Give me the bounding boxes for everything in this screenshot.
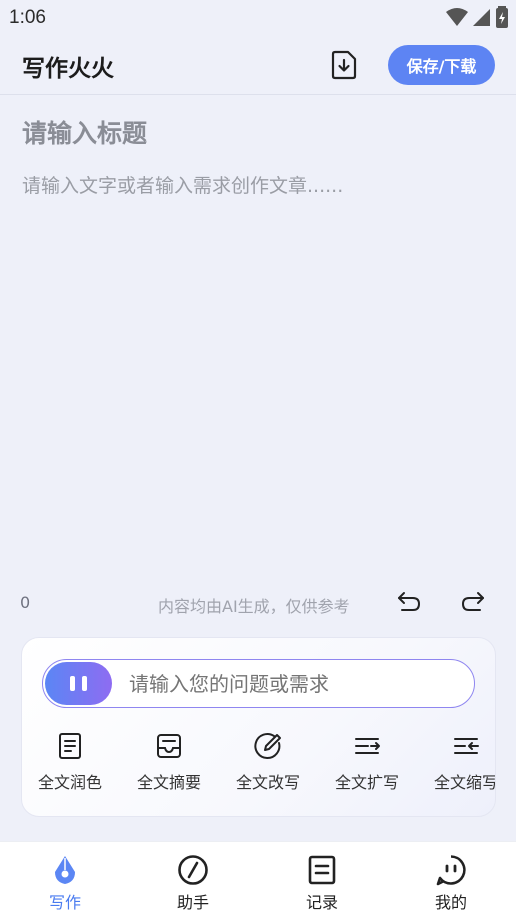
pen-nib-icon — [55, 856, 75, 884]
body-input[interactable]: 请输入文字或者输入需求创作文章...... — [22, 171, 492, 198]
redo-icon — [461, 592, 484, 611]
profile-face-icon — [436, 855, 466, 886]
title-input[interactable]: 请输入标题 — [22, 114, 492, 150]
collapse-lines-icon — [454, 738, 479, 754]
save-download-button[interactable]: 保存/下载 — [388, 45, 495, 85]
status-time: 1:06 — [9, 7, 46, 28]
nav-item-assistant[interactable]: 助手 — [153, 854, 233, 913]
nav-item-records[interactable]: 记录 — [282, 854, 362, 913]
battery-icon — [496, 6, 508, 28]
download-button[interactable] — [330, 50, 358, 80]
tool-summary[interactable]: 全文摘要 — [124, 732, 214, 793]
nav-label: 写作 — [48, 893, 81, 912]
tool-expand[interactable]: 全文扩写 — [322, 732, 412, 793]
voice-input-button[interactable] — [45, 662, 112, 705]
expand-lines-icon — [355, 738, 380, 754]
tool-label: 全文扩写 — [334, 773, 399, 792]
status-bar: 1:06 — [0, 0, 516, 34]
wifi-icon — [446, 8, 468, 26]
redo-button[interactable] — [460, 590, 486, 614]
nav-label: 我的 — [434, 893, 467, 912]
app-header: 写作火火 保存/下载 — [0, 34, 516, 95]
undo-button[interactable] — [396, 590, 422, 614]
document-lines-icon — [59, 733, 81, 759]
tool-polish[interactable]: 全文润色 — [25, 732, 115, 793]
question-box — [42, 659, 475, 708]
tool-label: 全文改写 — [235, 773, 300, 792]
download-file-icon — [331, 50, 357, 80]
inbox-tray-icon — [157, 734, 181, 758]
tool-condense[interactable]: 全文缩写 — [421, 732, 495, 793]
word-count: 0 — [20, 593, 31, 612]
bottom-nav: 写作 助手 记录 我的 — [0, 841, 516, 919]
compass-icon — [178, 855, 208, 885]
record-list-icon — [308, 855, 336, 885]
assistant-panel: 全文润色 全文摘要 全文改写 全文扩写 — [21, 637, 496, 817]
ai-disclaimer: 内容均由AI生成，仅供参考 — [158, 597, 350, 616]
tool-label: 全文摘要 — [136, 773, 201, 792]
pencil-circle-icon — [254, 733, 281, 760]
nav-label: 助手 — [176, 893, 209, 912]
nav-item-mine[interactable]: 我的 — [411, 854, 491, 913]
question-input[interactable] — [129, 672, 459, 696]
nav-item-write[interactable]: 写作 — [25, 854, 105, 913]
status-icons — [446, 6, 508, 28]
undo-icon — [398, 592, 421, 611]
tools-row: 全文润色 全文摘要 全文改写 全文扩写 全文缩写 — [22, 732, 495, 802]
app-title: 写作火火 — [22, 56, 114, 82]
tool-rewrite[interactable]: 全文改写 — [223, 732, 313, 793]
tool-label: 全文润色 — [37, 773, 102, 792]
voice-bar-right — [82, 676, 87, 691]
save-download-label: 保存/下载 — [406, 57, 477, 76]
signal-icon — [473, 9, 490, 26]
nav-label: 记录 — [305, 893, 338, 912]
voice-bar-left — [70, 676, 75, 691]
tool-label: 全文缩写 — [433, 773, 495, 792]
